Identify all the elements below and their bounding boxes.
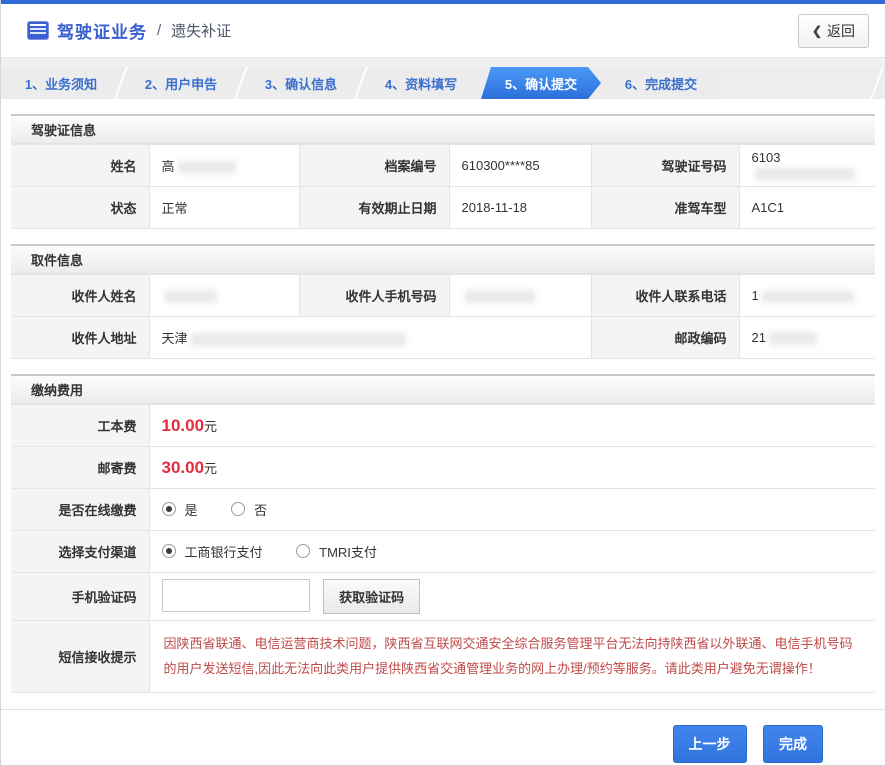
step-1-business-notes[interactable]: 1、业务须知: [1, 67, 121, 99]
table-row: 状态 正常 有效期止日期 2018-11-18 准驾车型 A1C1: [11, 187, 875, 229]
fee-mail-value: 30.00元: [149, 447, 875, 489]
pickup-section-title: 取件信息: [11, 244, 875, 274]
back-button[interactable]: ❮ 返回: [798, 14, 869, 48]
radio-icon: [162, 502, 176, 516]
pickup-info-section: 取件信息 收件人姓名 收件人手机号码 收件人联系电话 1 收件人地址 天津 邮政…: [11, 244, 875, 359]
step-4-fill-data[interactable]: 4、资料填写: [361, 67, 481, 99]
table-row: 是否在线缴费 是 否: [11, 489, 875, 531]
payment-section-title: 缴纳费用: [11, 374, 875, 404]
pay-channel-options: 工商银行支付 TMRI支付: [149, 531, 875, 573]
step-navigation: 1、业务须知 2、用户申告 3、确认信息 4、资料填写 5、确认提交 6、完成提…: [1, 67, 885, 99]
redacted-value: [165, 290, 217, 303]
recipient-phone-value: 1: [739, 275, 875, 317]
table-row: 短信接收提示 因陕西省联通、电信运营商技术问题，陕西省互联网交通安全综合服务管理…: [11, 621, 875, 693]
license-no-value: 6103: [739, 145, 875, 187]
postal-code-value: 21: [739, 317, 875, 359]
vehicle-class-label: 准驾车型: [591, 187, 739, 229]
form-list-icon: [27, 21, 49, 40]
recipient-mobile-value: [449, 275, 591, 317]
sms-code-input[interactable]: [162, 579, 310, 612]
recipient-name-label: 收件人姓名: [11, 275, 149, 317]
radio-icon: [296, 544, 310, 558]
redacted-value: [755, 168, 855, 181]
page-title: 驾驶证业务: [57, 18, 147, 43]
fee-mail-label: 邮寄费: [11, 447, 149, 489]
header-divider-strip: [1, 57, 885, 67]
fee-cost-unit: 元: [204, 419, 217, 434]
breadcrumb-separator: /: [157, 22, 161, 39]
table-row: 邮寄费 30.00元: [11, 447, 875, 489]
redacted-value: [769, 332, 817, 345]
main-content: 驾驶证信息 姓名 高 档案编号 610300****85 驾驶证号码 6103 …: [1, 114, 885, 693]
fee-mail-unit: 元: [204, 461, 217, 476]
pay-channel-label: 选择支付渠道: [11, 531, 149, 573]
redacted-value: [465, 290, 535, 303]
license-no-label: 驾驶证号码: [591, 145, 739, 187]
radio-icon: [162, 544, 176, 558]
vehicle-class-value: A1C1: [739, 187, 875, 229]
table-row: 选择支付渠道 工商银行支付 TMRI支付: [11, 531, 875, 573]
license-info-table: 姓名 高 档案编号 610300****85 驾驶证号码 6103 状态 正常 …: [11, 144, 875, 229]
name-value: 高: [149, 145, 299, 187]
fee-cost-label: 工本费: [11, 405, 149, 447]
online-pay-label: 是否在线缴费: [11, 489, 149, 531]
recipient-phone-label: 收件人联系电话: [591, 275, 739, 317]
redacted-value: [178, 161, 236, 174]
table-row: 收件人姓名 收件人手机号码 收件人联系电话 1: [11, 275, 875, 317]
status-value: 正常: [149, 187, 299, 229]
recipient-mobile-label: 收件人手机号码: [299, 275, 449, 317]
finish-button[interactable]: 完成: [763, 725, 823, 763]
sms-code-label: 手机验证码: [11, 573, 149, 621]
table-row: 姓名 高 档案编号 610300****85 驾驶证号码 6103: [11, 145, 875, 187]
fee-cost-amount: 10.00: [162, 416, 205, 435]
step-2-user-declaration[interactable]: 2、用户申告: [121, 67, 241, 99]
online-pay-options: 是 否: [149, 489, 875, 531]
radio-channel-tmri[interactable]: TMRI支付: [296, 542, 377, 561]
page: 驾驶证业务 / 遗失补证 ❮ 返回 1、业务须知 2、用户申告 3、确认信息 4…: [0, 0, 886, 766]
header: 驾驶证业务 / 遗失补证 ❮ 返回: [1, 4, 885, 57]
pickup-info-table: 收件人姓名 收件人手机号码 收件人联系电话 1 收件人地址 天津 邮政编码 21: [11, 274, 875, 359]
expiry-label: 有效期止日期: [299, 187, 449, 229]
fee-cost-value: 10.00元: [149, 405, 875, 447]
footer-actions: 上一步 完成: [1, 710, 885, 763]
fee-mail-amount: 30.00: [162, 458, 205, 477]
payment-table: 工本费 10.00元 邮寄费 30.00元 是否在线缴费: [11, 404, 875, 693]
file-no-label: 档案编号: [299, 145, 449, 187]
step-3-confirm-info[interactable]: 3、确认信息: [241, 67, 361, 99]
expiry-value: 2018-11-18: [449, 187, 591, 229]
sms-notice-text: 因陕西省联通、电信运营商技术问题，陕西省互联网交通安全综合服务管理平台无法向持陕…: [149, 621, 875, 693]
radio-icon: [231, 502, 245, 516]
radio-online-pay-yes[interactable]: 是: [162, 500, 198, 519]
get-code-button[interactable]: 获取验证码: [323, 579, 420, 614]
name-label: 姓名: [11, 145, 149, 187]
table-row: 收件人地址 天津 邮政编码 21: [11, 317, 875, 359]
previous-step-button[interactable]: 上一步: [673, 725, 747, 763]
back-chevron-icon: ❮: [812, 24, 822, 38]
sms-code-field: 获取验证码: [149, 573, 875, 621]
step-bar-filler: [721, 67, 885, 99]
redacted-value: [762, 290, 854, 303]
recipient-address-value: 天津: [149, 317, 591, 359]
status-label: 状态: [11, 187, 149, 229]
payment-section: 缴纳费用 工本费 10.00元 邮寄费 30.00元 是否在线缴费: [11, 374, 875, 693]
sms-notice-label: 短信接收提示: [11, 621, 149, 693]
radio-online-pay-no[interactable]: 否: [231, 500, 267, 519]
postal-code-label: 邮政编码: [591, 317, 739, 359]
breadcrumb: 驾驶证业务 / 遗失补证: [27, 18, 231, 43]
radio-channel-icbc[interactable]: 工商银行支付: [162, 542, 263, 561]
recipient-name-value: [149, 275, 299, 317]
license-section-title: 驾驶证信息: [11, 114, 875, 144]
table-row: 手机验证码 获取验证码: [11, 573, 875, 621]
breadcrumb-current: 遗失补证: [171, 20, 231, 41]
recipient-address-label: 收件人地址: [11, 317, 149, 359]
redacted-value: [191, 333, 406, 346]
license-info-section: 驾驶证信息 姓名 高 档案编号 610300****85 驾驶证号码 6103 …: [11, 114, 875, 229]
back-button-label: 返回: [827, 21, 855, 41]
table-row: 工本费 10.00元: [11, 405, 875, 447]
step-5-confirm-submit-active[interactable]: 5、确认提交: [481, 67, 601, 99]
step-6-complete-submit[interactable]: 6、完成提交: [601, 67, 721, 99]
file-no-value: 610300****85: [449, 145, 591, 187]
